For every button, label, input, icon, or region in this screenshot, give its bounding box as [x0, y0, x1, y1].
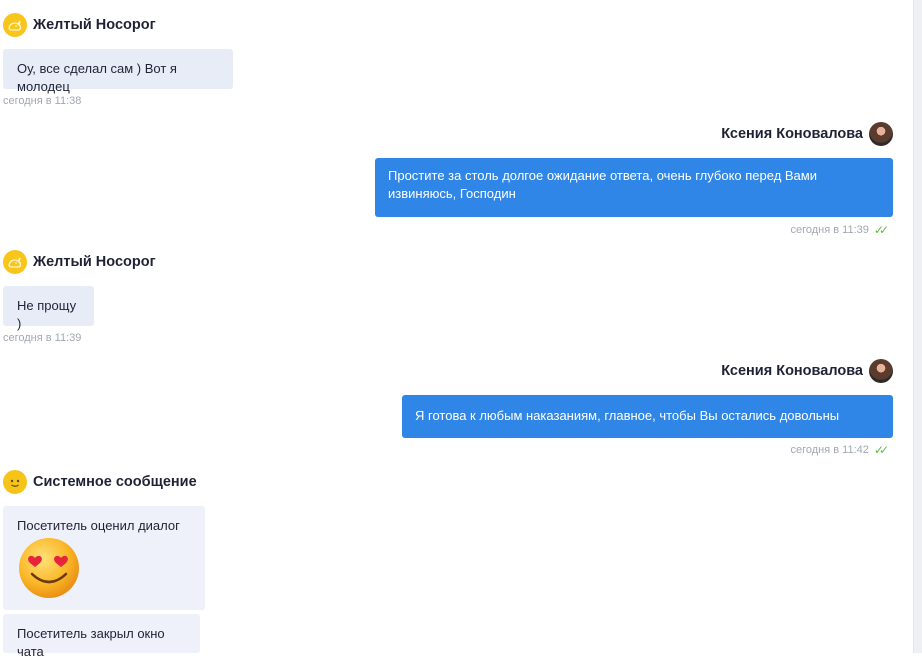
message-bubble-incoming: Оу, все сделал сам ) Вот я молодец [3, 49, 233, 94]
rhino-avatar-icon [3, 250, 27, 274]
sender-name: Ксения Коновалова [721, 363, 863, 379]
read-check-icon: ✓✓ [873, 223, 889, 237]
operator-avatar [869, 122, 893, 146]
scrollbar[interactable] [913, 0, 922, 653]
sender-name: Желтый Носорог [33, 254, 156, 270]
sender-system: Системное сообщение [3, 470, 197, 494]
operator-avatar [869, 359, 893, 383]
chat-history: Желтый Носорог Оу, все сделал сам ) Вот … [0, 0, 913, 659]
message-timestamp: сегодня в 11:39 ✓✓ [790, 223, 890, 237]
sender-operator: Ксения Коновалова [721, 359, 893, 383]
message-text: Оу, все сделал сам ) Вот я молодец [17, 61, 177, 94]
sender-name: Желтый Носорог [33, 17, 156, 33]
system-rating-bubble: Посетитель оценил диалог [3, 506, 205, 610]
message-bubble-outgoing: Я готова к любым наказаниям, главное, чт… [402, 395, 893, 438]
sender-visitor: Желтый Носорог [3, 13, 156, 37]
message-text: Не прощу ) [17, 298, 77, 331]
read-check-icon: ✓✓ [873, 443, 889, 457]
rating-text: Посетитель оценил диалог [17, 518, 180, 533]
message-timestamp: сегодня в 11:42 ✓✓ [790, 443, 890, 457]
smiley-avatar-icon [3, 470, 27, 494]
sender-visitor: Желтый Носорог [3, 250, 156, 274]
sender-operator: Ксения Коновалова [721, 122, 893, 146]
sender-name: Ксения Коновалова [721, 126, 863, 142]
message-timestamp: сегодня в 11:38 [3, 95, 82, 107]
system-closed-bubble: Посетитель закрыл окно чата [3, 614, 200, 659]
message-text: Простите за столь долгое ожидание ответа… [388, 168, 817, 201]
sender-name: Системное сообщение [33, 474, 197, 490]
message-bubble-incoming: Не прощу ) [3, 286, 94, 331]
message-text: Я готова к любым наказаниям, главное, чт… [415, 408, 840, 423]
message-bubble-outgoing: Простите за столь долгое ожидание ответа… [375, 158, 893, 217]
rhino-avatar-icon [3, 13, 27, 37]
heart-eyes-emoji-icon [19, 538, 79, 598]
closed-text: Посетитель закрыл окно чата [17, 626, 165, 659]
message-timestamp: сегодня в 11:39 [3, 332, 82, 344]
